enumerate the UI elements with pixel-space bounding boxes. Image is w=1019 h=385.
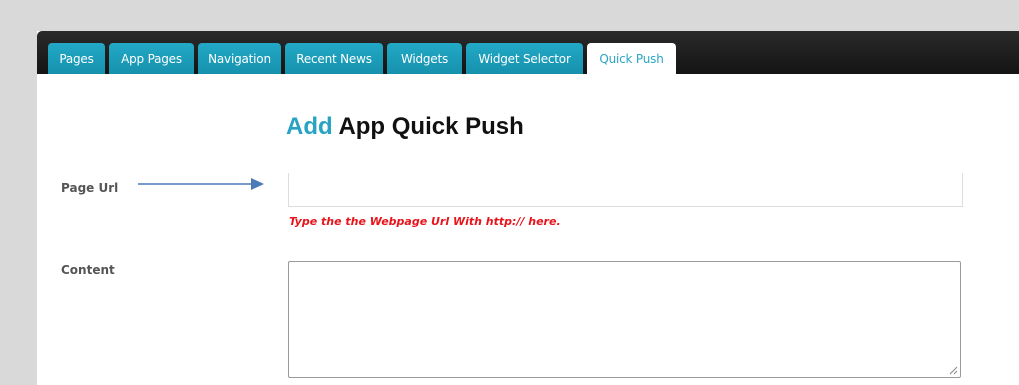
- content-label: Content: [61, 263, 115, 277]
- tab-navigation[interactable]: Navigation: [198, 43, 281, 74]
- page-title-text: App Quick Push: [338, 113, 524, 140]
- tab-pages[interactable]: Pages: [48, 43, 105, 74]
- tab-quick-push[interactable]: Quick Push: [587, 43, 676, 74]
- page-url-input[interactable]: [288, 173, 963, 207]
- content-textarea[interactable]: [288, 261, 961, 378]
- arrow-annotation-icon: [138, 178, 264, 190]
- page-url-hint: Type the the Webpage Url With http:// he…: [289, 215, 561, 228]
- page-url-label: Page Url: [61, 181, 119, 195]
- tab-bar: Pages App Pages Navigation Recent News W…: [37, 31, 1019, 74]
- resize-grip-icon[interactable]: [948, 365, 958, 375]
- page-title: Add App Quick Push: [286, 113, 524, 141]
- tab-widget-selector[interactable]: Widget Selector: [466, 43, 583, 74]
- tab-app-pages[interactable]: App Pages: [109, 43, 194, 74]
- page-title-accent: Add: [286, 113, 333, 140]
- main-panel: Pages App Pages Navigation Recent News W…: [37, 31, 1019, 385]
- tab-recent-news[interactable]: Recent News: [285, 43, 383, 74]
- tab-widgets[interactable]: Widgets: [387, 43, 462, 74]
